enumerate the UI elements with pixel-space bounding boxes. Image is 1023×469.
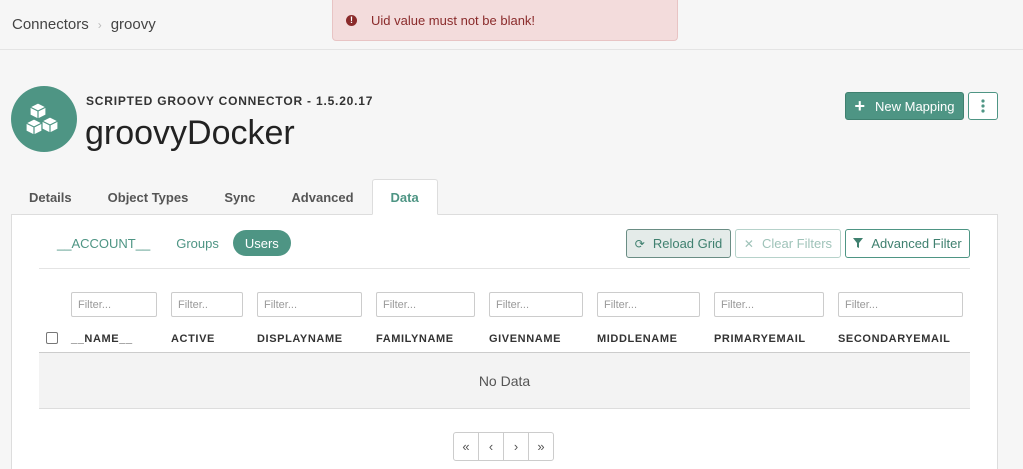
first-page-button[interactable]: « <box>453 432 479 461</box>
pill-users[interactable]: Users <box>232 230 291 256</box>
filter-funnel-icon <box>853 237 864 251</box>
column-header-secondaryemail[interactable]: SECONDARYEMAIL <box>838 333 951 345</box>
connector-cubes-icon <box>11 86 77 152</box>
column-header-middlename[interactable]: MIDDLENAME <box>597 333 678 345</box>
filter-input-active[interactable]: Filter.. <box>171 292 243 317</box>
reload-grid-button[interactable]: ⟳ Reload Grid <box>626 229 731 258</box>
column-header-primaryemail[interactable]: PRIMARYEMAIL <box>714 333 806 345</box>
empty-grid-message: No Data <box>39 353 970 409</box>
chevron-right-icon: › <box>97 17 102 32</box>
new-mapping-button[interactable]: + New Mapping <box>845 92 964 120</box>
column-header-givenname[interactable]: GIVENNAME <box>489 333 561 345</box>
pill-account[interactable]: __ACCOUNT__ <box>45 230 162 256</box>
advanced-filter-label: Advanced Filter <box>871 236 962 251</box>
filter-input-middlename[interactable]: Filter... <box>597 292 700 317</box>
refresh-icon: ⟳ <box>634 236 645 251</box>
filter-input-familyname[interactable]: Filter... <box>376 292 475 317</box>
column-header-displayname[interactable]: DISPLAYNAME <box>257 333 343 345</box>
filter-input-displayname[interactable]: Filter... <box>257 292 362 317</box>
toolbar-divider <box>39 268 970 269</box>
tab-sync[interactable]: Sync <box>206 179 273 215</box>
filter-input-primaryemail[interactable]: Filter... <box>714 292 824 317</box>
tab-data[interactable]: Data <box>371 179 438 215</box>
filter-input-name[interactable]: Filter... <box>71 292 157 317</box>
page-title: groovyDocker <box>85 114 295 152</box>
breadcrumb-connectors-link[interactable]: Connectors <box>12 16 89 33</box>
vertical-ellipsis-icon <box>981 99 985 113</box>
column-header-familyname[interactable]: FAMILYNAME <box>376 333 454 345</box>
last-page-button[interactable]: » <box>528 432 554 461</box>
plus-icon: + <box>854 96 865 116</box>
error-alert-message: Uid value must not be blank! <box>371 12 536 28</box>
error-alert: ! Uid value must not be blank! <box>332 0 678 41</box>
connector-type-subtitle: SCRIPTED GROOVY CONNECTOR - 1.5.20.17 <box>86 94 374 108</box>
filter-input-givenname[interactable]: Filter... <box>489 292 583 317</box>
reload-grid-label: Reload Grid <box>652 236 723 251</box>
clear-filters-label: Clear Filters <box>761 236 833 251</box>
advanced-filter-button[interactable]: Advanced Filter <box>845 229 970 258</box>
pill-groups[interactable]: Groups <box>164 230 231 256</box>
close-icon: ✕ <box>743 236 754 251</box>
exclamation-icon: ! <box>346 14 357 26</box>
next-page-button[interactable]: › <box>503 432 529 461</box>
tab-advanced[interactable]: Advanced <box>273 179 371 215</box>
more-options-button[interactable] <box>968 92 998 120</box>
clear-filters-button[interactable]: ✕ Clear Filters <box>735 229 841 258</box>
tab-object-types[interactable]: Object Types <box>90 179 207 215</box>
new-mapping-label: New Mapping <box>875 98 955 114</box>
breadcrumb-current: groovy <box>110 16 156 33</box>
previous-page-button[interactable]: ‹ <box>478 432 504 461</box>
object-type-pills: __ACCOUNT__ Groups Users <box>45 230 293 256</box>
column-header-name[interactable]: __NAME__ <box>71 333 133 345</box>
select-all-checkbox[interactable] <box>46 332 58 344</box>
column-header-active[interactable]: ACTIVE <box>171 333 215 345</box>
pagination: « ‹ › » <box>453 432 554 461</box>
tab-details[interactable]: Details <box>11 179 90 215</box>
connector-tabs: Details Object Types Sync Advanced Data <box>11 179 438 215</box>
filter-input-secondaryemail[interactable]: Filter... <box>838 292 963 317</box>
